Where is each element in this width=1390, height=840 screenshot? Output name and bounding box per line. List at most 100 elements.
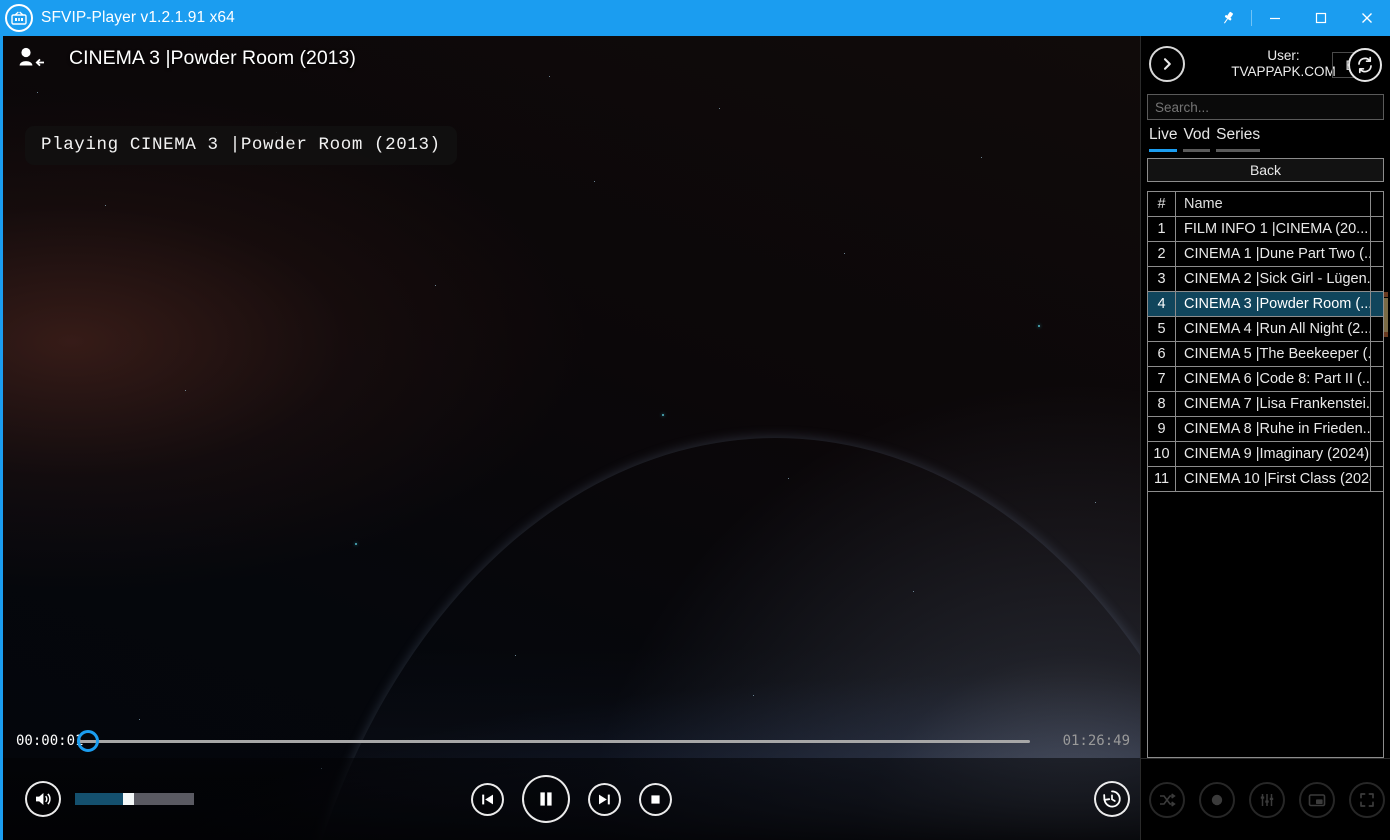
pin-button[interactable] bbox=[1205, 0, 1251, 36]
user-back-icon[interactable] bbox=[9, 36, 53, 80]
volume-on-icon[interactable] bbox=[25, 781, 61, 817]
row-number: 5 bbox=[1148, 317, 1176, 341]
main-body: CINEMA 3 |Powder Room (2013) Playing CIN… bbox=[0, 36, 1390, 840]
row-name: CINEMA 10 |First Class (2024) bbox=[1176, 467, 1371, 491]
row-number: 10 bbox=[1148, 442, 1176, 466]
row-number: 3 bbox=[1148, 267, 1176, 291]
next-button[interactable] bbox=[588, 782, 621, 816]
row-pad bbox=[1371, 392, 1383, 416]
video-player[interactable]: CINEMA 3 |Powder Room (2013) Playing CIN… bbox=[0, 36, 1140, 840]
tab-vod[interactable]: Vod bbox=[1183, 126, 1211, 152]
play-pause-button[interactable] bbox=[522, 775, 570, 823]
volume-knob[interactable] bbox=[122, 793, 134, 805]
player-right-controls bbox=[1094, 781, 1140, 817]
title-bar: SFVIP-Player v1.2.1.91 x64 bbox=[0, 0, 1390, 36]
equalizer-button[interactable] bbox=[1249, 781, 1285, 818]
fullscreen-button[interactable] bbox=[1349, 781, 1385, 818]
row-pad bbox=[1371, 442, 1383, 466]
volume-remaining bbox=[133, 793, 194, 805]
row-pad bbox=[1371, 242, 1383, 266]
table-row[interactable]: 10 CINEMA 9 |Imaginary (2024) bbox=[1148, 442, 1383, 467]
table-row[interactable]: 1 FILM INFO 1 |CINEMA (20... bbox=[1148, 217, 1383, 242]
total-time: 01:26:49 bbox=[1062, 733, 1130, 749]
scrollbar-marker-top bbox=[1384, 292, 1388, 297]
seek-track[interactable] bbox=[77, 739, 1030, 743]
row-pad bbox=[1371, 292, 1383, 316]
row-number: 1 bbox=[1148, 217, 1176, 241]
record-button[interactable] bbox=[1199, 781, 1235, 818]
player-header: CINEMA 3 |Powder Room (2013) bbox=[3, 36, 1140, 80]
volume-fill bbox=[75, 793, 123, 805]
refresh-icon[interactable] bbox=[1348, 48, 1382, 82]
tab-series[interactable]: Series bbox=[1216, 126, 1261, 152]
close-button[interactable] bbox=[1344, 0, 1390, 36]
volume-slider[interactable] bbox=[75, 793, 194, 805]
row-pad bbox=[1371, 467, 1383, 491]
volume-control[interactable] bbox=[3, 781, 194, 817]
row-name: CINEMA 6 |Code 8: Part II (... bbox=[1176, 367, 1371, 391]
stop-button[interactable] bbox=[639, 782, 672, 816]
row-number: 2 bbox=[1148, 242, 1176, 266]
table-row[interactable]: 5 CINEMA 4 |Run All Night (2... bbox=[1148, 317, 1383, 342]
app-window: SFVIP-Player v1.2.1.91 x64 CINEMA 3 |Pow… bbox=[0, 0, 1390, 840]
titlebar-separator bbox=[1251, 10, 1252, 26]
picture-in-picture-button[interactable] bbox=[1299, 781, 1335, 818]
row-name: CINEMA 2 |Sick Girl - Lügen... bbox=[1176, 267, 1371, 291]
app-title: SFVIP-Player v1.2.1.91 x64 bbox=[41, 9, 235, 26]
osd-message: Playing CINEMA 3 |Powder Room (2013) bbox=[25, 126, 457, 165]
scrollbar-marker-bottom bbox=[1384, 332, 1388, 337]
previous-button[interactable] bbox=[471, 782, 504, 816]
search-input[interactable] bbox=[1147, 94, 1384, 120]
row-number: 9 bbox=[1148, 417, 1176, 441]
tab-live[interactable]: Live bbox=[1149, 126, 1178, 152]
table-row[interactable]: 9 CINEMA 8 |Ruhe in Frieden... bbox=[1148, 417, 1383, 442]
row-name: CINEMA 3 |Powder Room (... bbox=[1176, 292, 1371, 316]
row-name: CINEMA 1 |Dune Part Two (... bbox=[1176, 242, 1371, 266]
table-row[interactable]: 11 CINEMA 10 |First Class (2024) bbox=[1148, 467, 1383, 492]
row-name: CINEMA 7 |Lisa Frankenstei... bbox=[1176, 392, 1371, 416]
column-header-name[interactable]: Name bbox=[1176, 192, 1371, 216]
back-button[interactable]: Back bbox=[1147, 158, 1384, 182]
seek-row: 00:00:01 01:26:49 bbox=[3, 726, 1140, 756]
seek-slider[interactable] bbox=[77, 726, 1030, 756]
row-pad bbox=[1371, 217, 1383, 241]
row-number: 11 bbox=[1148, 467, 1176, 491]
row-pad bbox=[1371, 367, 1383, 391]
table-row-selected[interactable]: 4 CINEMA 3 |Powder Room (... bbox=[1148, 292, 1383, 317]
row-number: 7 bbox=[1148, 367, 1176, 391]
table-row[interactable]: 8 CINEMA 7 |Lisa Frankenstei... bbox=[1148, 392, 1383, 417]
now-playing-title: CINEMA 3 |Powder Room (2013) bbox=[69, 46, 356, 69]
maximize-button[interactable] bbox=[1298, 0, 1344, 36]
grid-header: # Name bbox=[1148, 192, 1383, 217]
sidebar-bottom-bar bbox=[1141, 758, 1390, 840]
row-name: CINEMA 5 |The Beekeeper (... bbox=[1176, 342, 1371, 366]
player-control-bar bbox=[3, 758, 1140, 840]
right-sidebar: User: TVAPPAPK.COM E Live Vod Series Bac… bbox=[1140, 36, 1390, 840]
row-pad bbox=[1371, 317, 1383, 341]
sidebar-tabs: Live Vod Series bbox=[1141, 120, 1390, 152]
history-icon[interactable] bbox=[1094, 781, 1130, 817]
seek-thumb[interactable] bbox=[77, 730, 99, 752]
channel-grid: # Name 1 FILM INFO 1 |CINEMA (20... 2 CI… bbox=[1147, 191, 1388, 758]
row-name: CINEMA 8 |Ruhe in Frieden... bbox=[1176, 417, 1371, 441]
sidebar-header: User: TVAPPAPK.COM E bbox=[1141, 36, 1390, 92]
list-scrollbar[interactable] bbox=[1384, 298, 1388, 332]
row-name: FILM INFO 1 |CINEMA (20... bbox=[1176, 217, 1371, 241]
row-pad bbox=[1371, 267, 1383, 291]
column-header-number[interactable]: # bbox=[1148, 192, 1176, 216]
chevron-right-circle-icon[interactable] bbox=[1149, 46, 1185, 82]
table-row[interactable]: 2 CINEMA 1 |Dune Part Two (... bbox=[1148, 242, 1383, 267]
row-name: CINEMA 9 |Imaginary (2024) bbox=[1176, 442, 1371, 466]
table-row[interactable]: 7 CINEMA 6 |Code 8: Part II (... bbox=[1148, 367, 1383, 392]
elapsed-time: 00:00:01 bbox=[16, 733, 84, 749]
row-pad bbox=[1371, 417, 1383, 441]
row-number: 4 bbox=[1148, 292, 1176, 316]
minimize-button[interactable] bbox=[1252, 0, 1298, 36]
tv-logo-icon bbox=[5, 4, 33, 32]
table-row[interactable]: 6 CINEMA 5 |The Beekeeper (... bbox=[1148, 342, 1383, 367]
shuffle-button[interactable] bbox=[1149, 781, 1185, 818]
row-number: 6 bbox=[1148, 342, 1176, 366]
row-number: 8 bbox=[1148, 392, 1176, 416]
row-name: CINEMA 4 |Run All Night (2... bbox=[1176, 317, 1371, 341]
table-row[interactable]: 3 CINEMA 2 |Sick Girl - Lügen... bbox=[1148, 267, 1383, 292]
